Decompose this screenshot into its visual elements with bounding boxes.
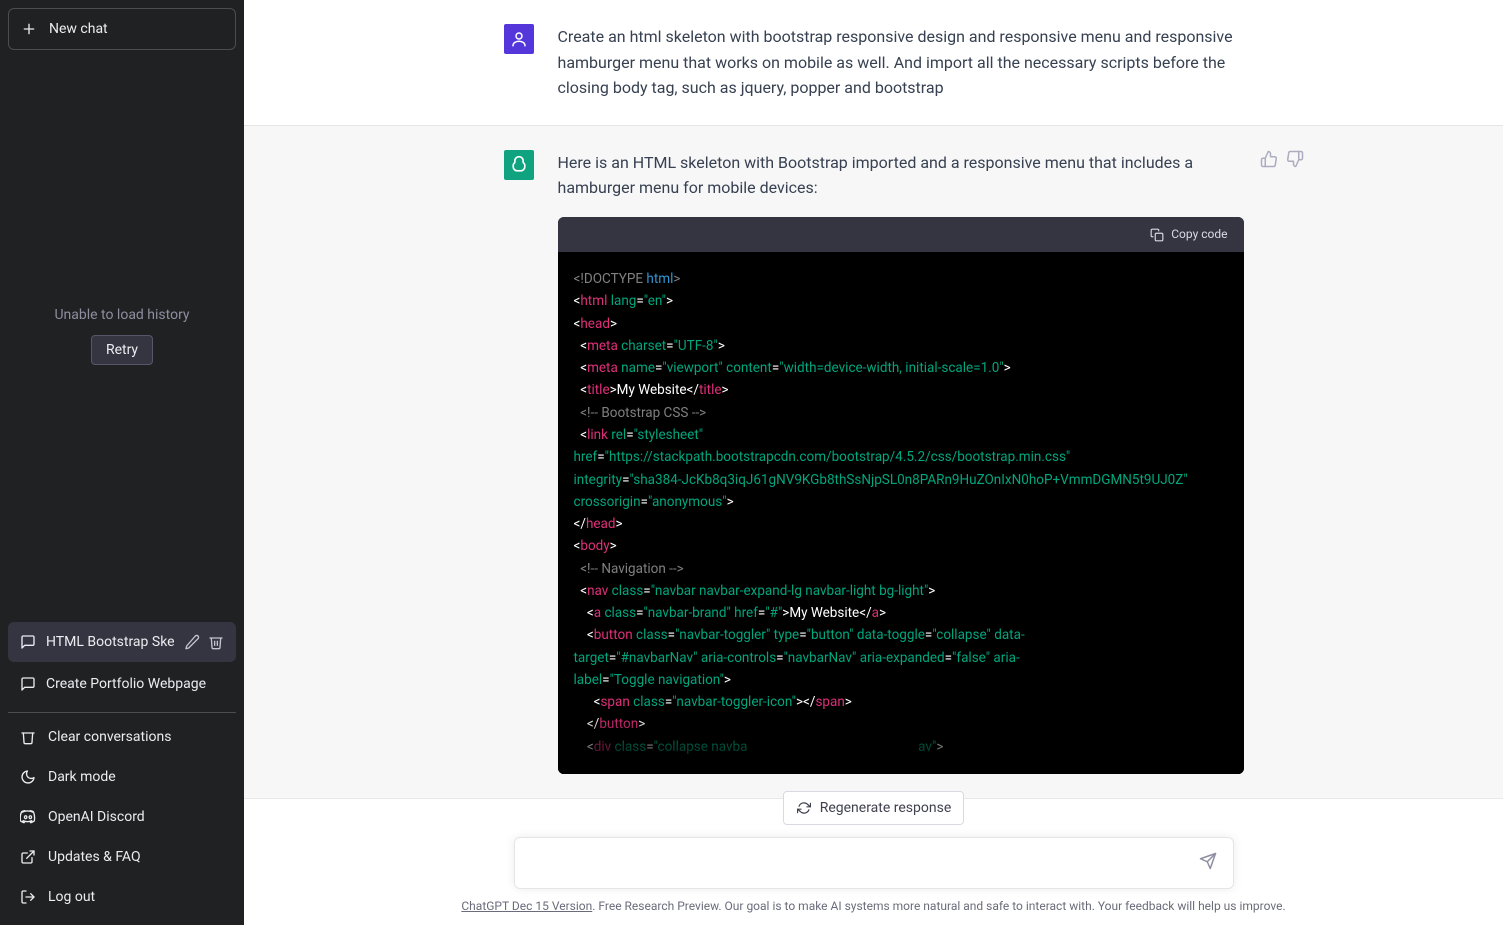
conversation-list: HTML Bootstrap Skelet Create Portfolio W… (8, 622, 236, 704)
user-avatar (504, 24, 534, 54)
conversation-item-active[interactable]: HTML Bootstrap Skelet (8, 622, 236, 662)
refresh-icon (796, 800, 812, 816)
assistant-avatar (504, 150, 534, 180)
code-body[interactable]: <!DOCTYPE html> <html lang="en"> <head> … (558, 252, 1244, 774)
conversation-label: HTML Bootstrap Skelet (46, 634, 174, 650)
moon-icon (20, 769, 36, 785)
trash-icon (20, 729, 36, 745)
assistant-message-row: Here is an HTML skeleton with Bootstrap … (244, 125, 1503, 799)
new-chat-button[interactable]: New chat (8, 8, 236, 50)
plus-icon (21, 21, 37, 37)
chat-icon (20, 676, 36, 692)
user-message-row: Create an html skeleton with bootstrap r… (244, 0, 1503, 125)
discord-icon (20, 809, 36, 825)
copy-code-button[interactable]: Copy code (558, 217, 1244, 252)
history-area: Unable to load history Retry (8, 50, 236, 622)
history-error-text: Unable to load history (54, 307, 189, 323)
retry-button[interactable]: Retry (91, 335, 153, 365)
assistant-message-content: Here is an HTML skeleton with Bootstrap … (558, 150, 1244, 774)
feedback-buttons (1260, 150, 1304, 172)
dark-mode-toggle[interactable]: Dark mode (8, 757, 236, 797)
clipboard-icon (1149, 227, 1165, 243)
chat-scroll[interactable]: Create an html skeleton with bootstrap r… (244, 0, 1503, 925)
logout-button[interactable]: Log out (8, 877, 236, 917)
clear-conversations[interactable]: Clear conversations (8, 717, 236, 757)
bottom-bar: Regenerate response ChatGPT Dec 15 Versi… (244, 791, 1503, 925)
logout-icon (20, 889, 36, 905)
send-button[interactable] (1195, 848, 1221, 878)
regenerate-button[interactable]: Regenerate response (783, 791, 965, 825)
sidebar-footer: Clear conversations Dark mode OpenAI Dis… (8, 712, 236, 917)
conversation-item[interactable]: Create Portfolio Webpage (8, 664, 236, 704)
new-chat-label: New chat (49, 21, 108, 37)
user-message-text: Create an html skeleton with bootstrap r… (558, 24, 1244, 101)
updates-link[interactable]: Updates & FAQ (8, 837, 236, 877)
discord-link[interactable]: OpenAI Discord (8, 797, 236, 837)
message-input[interactable] (527, 851, 1195, 875)
trash-icon[interactable] (208, 634, 224, 650)
thumbs-down-icon[interactable] (1286, 150, 1304, 172)
version-link[interactable]: ChatGPT Dec 15 Version (461, 899, 592, 913)
external-link-icon (20, 849, 36, 865)
main-area: Create an html skeleton with bootstrap r… (244, 0, 1503, 925)
conversation-label: Create Portfolio Webpage (46, 676, 224, 692)
thumbs-up-icon[interactable] (1260, 150, 1278, 172)
assistant-intro-text: Here is an HTML skeleton with Bootstrap … (558, 150, 1244, 201)
chat-icon (20, 634, 36, 650)
edit-icon[interactable] (184, 634, 200, 650)
footer-note: ChatGPT Dec 15 Version. Free Research Pr… (461, 899, 1285, 913)
sidebar: New chat Unable to load history Retry HT… (0, 0, 244, 925)
code-block: Copy code <!DOCTYPE html> <html lang="en… (558, 217, 1244, 774)
input-container (514, 837, 1234, 889)
